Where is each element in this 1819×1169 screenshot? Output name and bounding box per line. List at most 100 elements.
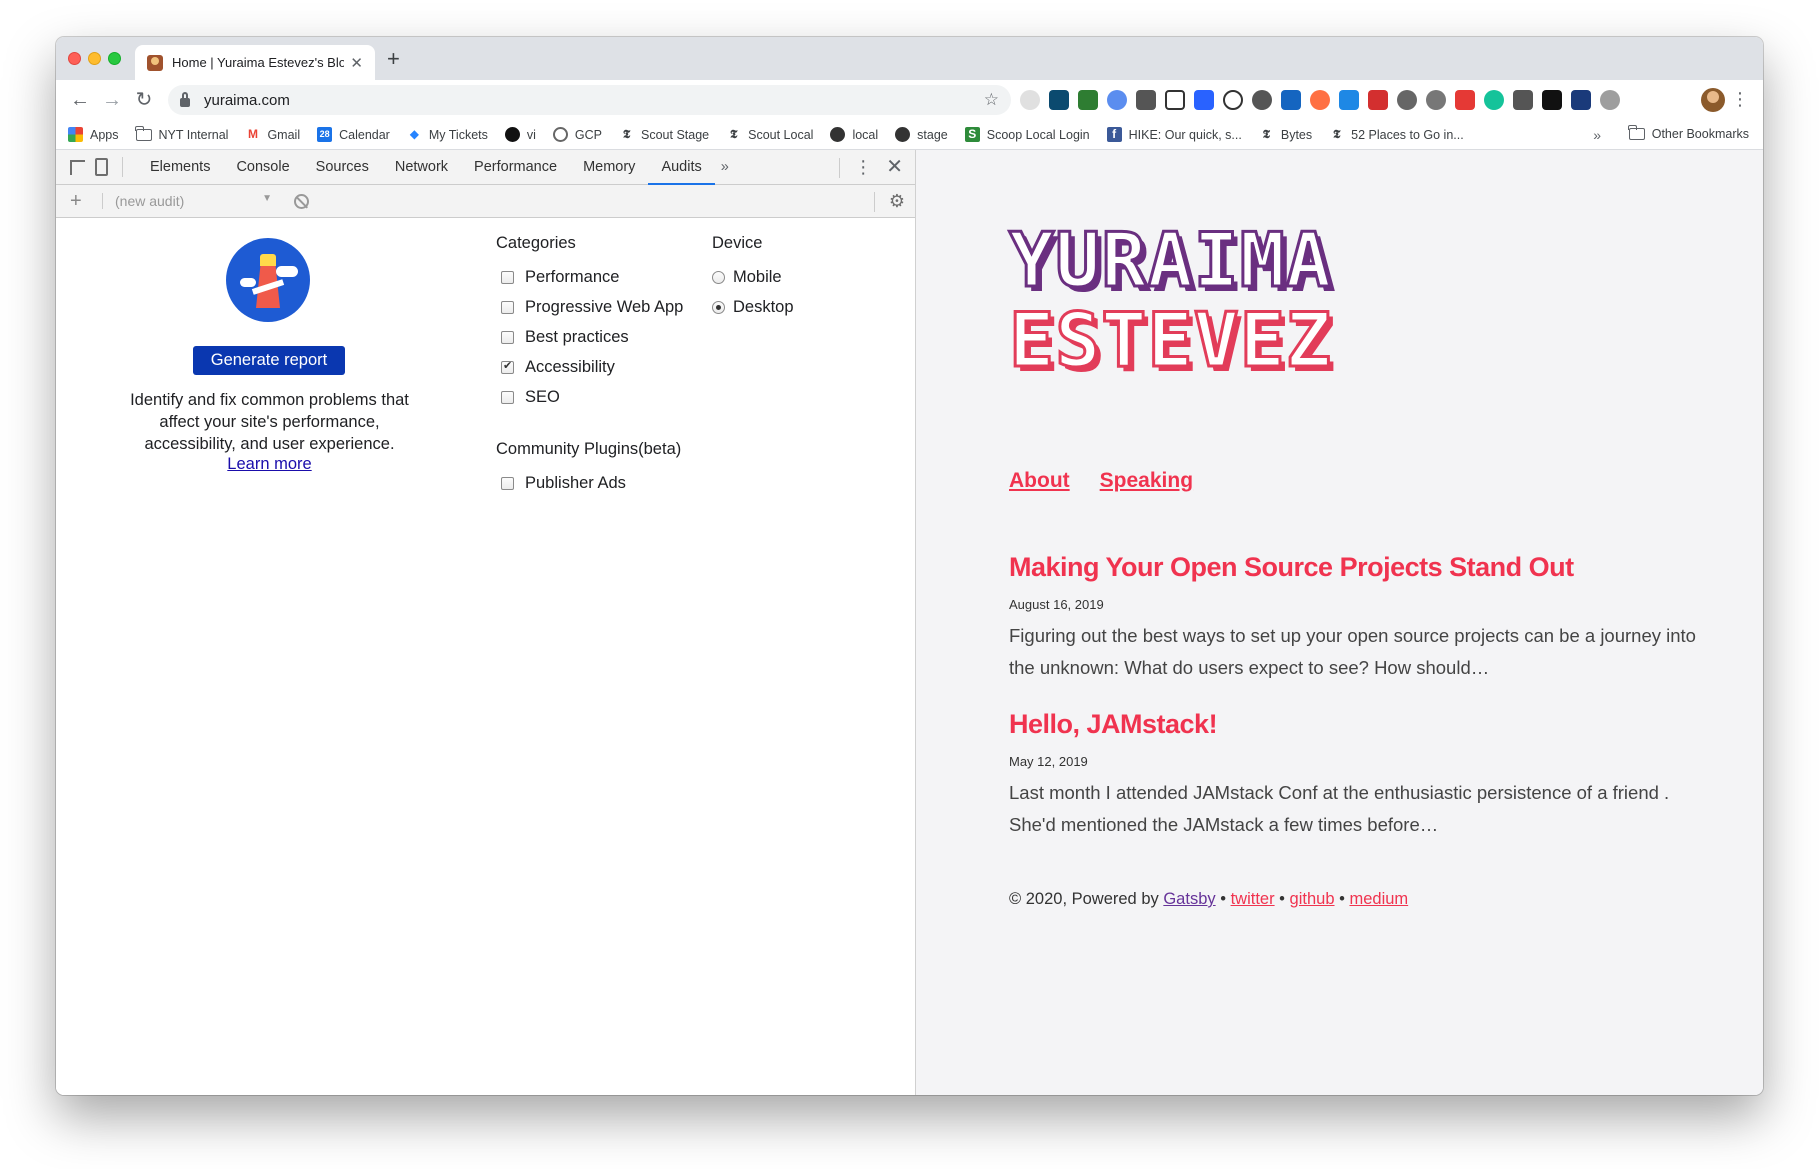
bookmark-scoop-local-login[interactable]: S Scoop Local Login — [964, 127, 1090, 142]
tab-audits[interactable]: Audits — [648, 150, 715, 185]
medium-link[interactable]: medium — [1349, 890, 1408, 908]
back-button[interactable]: ← — [66, 90, 94, 110]
url-text[interactable]: yuraima.com — [204, 92, 984, 109]
audits-toolbar: + (new audit) ▼ ⚙ — [56, 185, 915, 218]
extension-icon[interactable] — [1310, 90, 1330, 110]
nyt-extension-icon[interactable] — [1542, 90, 1562, 110]
bookmarks-overflow-button[interactable]: » — [1593, 127, 1601, 143]
devtools-menu-icon[interactable]: ⋮ — [854, 150, 872, 185]
extension-icon[interactable] — [1020, 90, 1040, 110]
category-pwa[interactable]: Progressive Web App — [496, 292, 683, 322]
tab-performance[interactable]: Performance — [461, 150, 570, 185]
post-title-link[interactable]: Hello, JAMstack! — [1009, 709, 1709, 740]
bookmark-gmail[interactable]: M Gmail — [245, 127, 300, 142]
inspect-element-icon[interactable] — [70, 159, 85, 175]
checkbox[interactable] — [501, 390, 514, 404]
new-audit-button[interactable]: + — [70, 190, 90, 213]
bookmark-vi[interactable]: vi — [504, 127, 536, 142]
gear-icon[interactable]: ⚙ — [889, 192, 905, 210]
learn-more-link[interactable]: Learn more — [126, 455, 413, 474]
devtools-controls: ⋮ ✕ — [839, 150, 915, 185]
accessibility-extension-icon[interactable] — [1281, 90, 1301, 110]
site-logo[interactable]: YURAIMA ESTEVEZ — [1007, 219, 1332, 382]
tab-sources[interactable]: Sources — [303, 150, 382, 185]
new-tab-button[interactable]: + — [387, 47, 400, 71]
device-toolbar-icon[interactable] — [95, 158, 108, 176]
category-performance[interactable]: Performance — [496, 262, 683, 292]
bookmark-bytes[interactable]: 𝕿 Bytes — [1259, 127, 1312, 142]
generate-report-button[interactable]: Generate report — [193, 346, 345, 375]
tab-memory[interactable]: Memory — [570, 150, 648, 185]
extension-icon[interactable] — [1223, 90, 1243, 110]
extension-icon[interactable] — [1397, 90, 1417, 110]
extension-icon[interactable] — [1368, 90, 1388, 110]
extension-icon[interactable] — [1339, 90, 1359, 110]
github-link[interactable]: github — [1290, 890, 1335, 908]
checkbox[interactable] — [501, 270, 514, 284]
extension-icon[interactable] — [1194, 90, 1214, 110]
window-minimize-button[interactable] — [88, 52, 101, 65]
radio-button[interactable] — [712, 270, 725, 284]
clear-icon[interactable] — [294, 193, 309, 209]
extension-icon[interactable] — [1049, 90, 1069, 110]
category-accessibility[interactable]: Accessibility — [496, 352, 683, 382]
bookmark-nyt-internal[interactable]: NYT Internal — [135, 125, 228, 142]
tab-network[interactable]: Network — [382, 150, 461, 185]
radio-button[interactable] — [712, 300, 725, 314]
bookmark-gcp[interactable]: GCP — [552, 127, 602, 142]
bookmark-my-tickets[interactable]: ◆ My Tickets — [407, 127, 488, 142]
window-close-button[interactable] — [68, 52, 81, 65]
nav-about-link[interactable]: About — [1009, 469, 1070, 493]
tab-elements[interactable]: Elements — [137, 150, 223, 185]
device-desktop[interactable]: Desktop — [712, 292, 794, 322]
other-bookmarks-button[interactable]: Other Bookmarks — [1628, 125, 1749, 141]
grammarly-extension-icon[interactable] — [1484, 90, 1504, 110]
bookmark-extension-icon[interactable] — [1165, 90, 1185, 110]
profile-avatar[interactable] — [1701, 88, 1725, 112]
extension-icon[interactable] — [1455, 90, 1475, 110]
bookmark-local[interactable]: local — [830, 127, 878, 142]
checkbox[interactable] — [501, 330, 514, 344]
bookmark-star-icon[interactable]: ☆ — [984, 90, 999, 110]
checkbox[interactable] — [501, 476, 514, 490]
tab-close-icon[interactable]: ✕ — [350, 54, 363, 72]
browser-menu-icon[interactable]: ⋮ — [1731, 89, 1749, 109]
pocket-extension-icon[interactable] — [1513, 90, 1533, 110]
checkbox[interactable] — [501, 359, 514, 374]
extension-icon[interactable] — [1600, 90, 1620, 110]
tab-console[interactable]: Console — [223, 150, 302, 185]
audit-select[interactable]: (new audit) ▼ — [102, 193, 272, 209]
window-zoom-button[interactable] — [108, 52, 121, 65]
twitter-link[interactable]: twitter — [1231, 890, 1275, 908]
bookmark-52-places[interactable]: 𝕿 52 Places to Go in... — [1329, 127, 1464, 142]
extension-icon[interactable] — [1078, 90, 1098, 110]
reload-button[interactable]: ↻ — [130, 90, 158, 110]
tabs-overflow-button[interactable]: » — [715, 150, 735, 185]
bookmark-stage[interactable]: stage — [895, 127, 948, 142]
extension-icon[interactable] — [1426, 90, 1446, 110]
gatsby-link[interactable]: Gatsby — [1163, 890, 1215, 908]
nav-speaking-link[interactable]: Speaking — [1100, 469, 1193, 493]
extension-icon[interactable] — [1107, 90, 1127, 110]
extension-icon[interactable] — [1571, 90, 1591, 110]
devtools-close-icon[interactable]: ✕ — [886, 150, 903, 185]
bookmark-scout-stage[interactable]: 𝕿 Scout Stage — [619, 127, 709, 142]
eyedropper-extension-icon[interactable] — [1136, 90, 1156, 110]
plugin-publisher-ads[interactable]: Publisher Ads — [496, 468, 681, 498]
post-title-link[interactable]: Making Your Open Source Projects Stand O… — [1009, 552, 1709, 583]
device-mobile[interactable]: Mobile — [712, 262, 794, 292]
bookmark-apps[interactable]: Apps — [68, 127, 119, 142]
address-bar[interactable]: yuraima.com ☆ — [168, 85, 1011, 115]
post-date: May 12, 2019 — [1009, 754, 1088, 769]
bookmark-hike[interactable]: f HIKE: Our quick, s... — [1106, 127, 1242, 142]
forward-button[interactable]: → — [98, 90, 126, 110]
category-best-practices[interactable]: Best practices — [496, 322, 683, 352]
category-seo[interactable]: SEO — [496, 382, 683, 412]
bookmark-scout-local[interactable]: 𝕿 Scout Local — [726, 127, 814, 142]
site-nav: About Speaking — [1009, 469, 1193, 493]
checkbox[interactable] — [501, 300, 514, 314]
wordpress-extension-icon[interactable] — [1252, 90, 1272, 110]
bookmark-calendar[interactable]: 28 Calendar — [317, 127, 390, 142]
bookmarks-bar: Apps NYT Internal M Gmail 28 Calendar ◆ … — [56, 120, 1763, 150]
browser-tab[interactable]: Home | Yuraima Estevez's Blog ✕ — [135, 45, 375, 80]
